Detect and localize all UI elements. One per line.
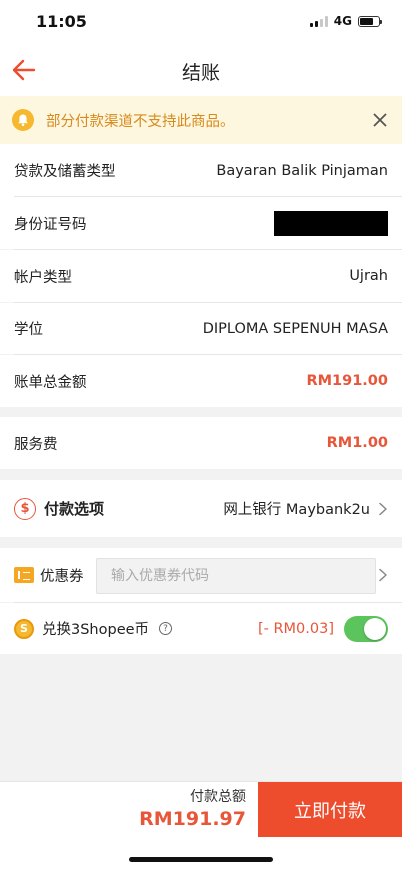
- detail-row-loan-type: 贷款及储蓄类型 Bayaran Balik Pinjaman: [0, 144, 402, 197]
- payment-option-value-group: 网上银行 Maybank2u: [223, 498, 388, 519]
- coins-header: S 兑换3Shopee币 ?: [14, 618, 173, 639]
- battery-icon: [358, 15, 382, 27]
- detail-row-degree: 学位 DIPLOMA SEPENUH MASA: [0, 303, 402, 354]
- detail-value: Ujrah: [349, 268, 388, 284]
- help-icon[interactable]: ?: [159, 622, 173, 635]
- coins-control-group: [- RM0.03]: [257, 615, 388, 642]
- service-fee-value: RM1.00: [326, 435, 388, 451]
- detail-row-id-number: 身份证号码: [0, 197, 402, 249]
- home-area: [0, 837, 402, 870]
- detail-value: Bayaran Balik Pinjaman: [216, 162, 388, 179]
- toggle-knob: [364, 617, 386, 640]
- voucher-icon: [14, 567, 34, 583]
- detail-row-account-type: 帐户类型 Ujrah: [0, 250, 402, 302]
- nav-bar: 结账: [0, 44, 402, 96]
- detail-row-bill-total: 账单总金额 RM191.00: [0, 355, 402, 407]
- detail-label: 身份证号码: [14, 216, 87, 233]
- notice-text: 部分付款渠道不支持此商品。: [46, 113, 235, 130]
- home-indicator[interactable]: [129, 857, 273, 862]
- payment-option-header: $ 付款选项: [14, 497, 105, 520]
- dollar-circle-icon: $: [14, 497, 36, 520]
- detail-label: 帐户类型: [14, 269, 72, 286]
- coins-label: 兑换3Shopee币: [42, 622, 150, 638]
- status-indicators: 4G: [309, 14, 382, 28]
- page-title: 结账: [181, 62, 220, 84]
- notice-banner: 部分付款渠道不支持此商品。: [0, 96, 402, 144]
- checkout-footer: 付款总额 RM191.97 立即付款: [0, 781, 402, 838]
- payment-option-value: 网上银行 Maybank2u: [223, 502, 370, 518]
- redacted-value: [274, 210, 388, 236]
- service-fee-row: 服务费 RM1.00: [0, 417, 402, 469]
- detail-label: 贷款及储蓄类型: [14, 164, 116, 180]
- voucher-header: 优惠券: [14, 565, 84, 586]
- signal-icon: [309, 15, 328, 27]
- voucher-code-input[interactable]: [96, 558, 376, 594]
- bell-icon: [12, 109, 34, 131]
- voucher-row: 优惠券: [0, 548, 402, 602]
- coin-icon: S: [14, 618, 34, 639]
- network-type: 4G: [333, 14, 352, 28]
- coins-row: S 兑换3Shopee币 ? [- RM0.03]: [0, 603, 402, 654]
- total-value: RM191.97: [139, 808, 246, 830]
- coins-toggle[interactable]: [344, 615, 388, 642]
- status-time: 11:05: [36, 12, 87, 31]
- detail-value: DIPLOMA SEPENUH MASA: [202, 320, 388, 337]
- chevron-right-icon: [379, 502, 387, 515]
- detail-label: 账单总金额: [14, 374, 87, 391]
- service-fee-label: 服务费: [14, 436, 58, 453]
- notice-close-button[interactable]: [360, 96, 400, 144]
- voucher-label: 优惠券: [40, 568, 84, 585]
- close-icon: [373, 113, 387, 127]
- total-label: 付款总额: [190, 789, 246, 805]
- chevron-right-icon[interactable]: [378, 568, 388, 582]
- coins-deduction: [- RM0.03]: [257, 620, 334, 637]
- bill-total-value: RM191.00: [306, 373, 388, 389]
- payment-option-label: 付款选项: [44, 500, 105, 518]
- detail-label: 学位: [14, 322, 43, 338]
- status-bar: 11:05 4G: [0, 0, 402, 44]
- pay-now-button[interactable]: 立即付款: [258, 782, 402, 838]
- payment-option-row[interactable]: $ 付款选项 网上银行 Maybank2u: [0, 480, 402, 537]
- total-block: 付款总额 RM191.97: [139, 786, 246, 830]
